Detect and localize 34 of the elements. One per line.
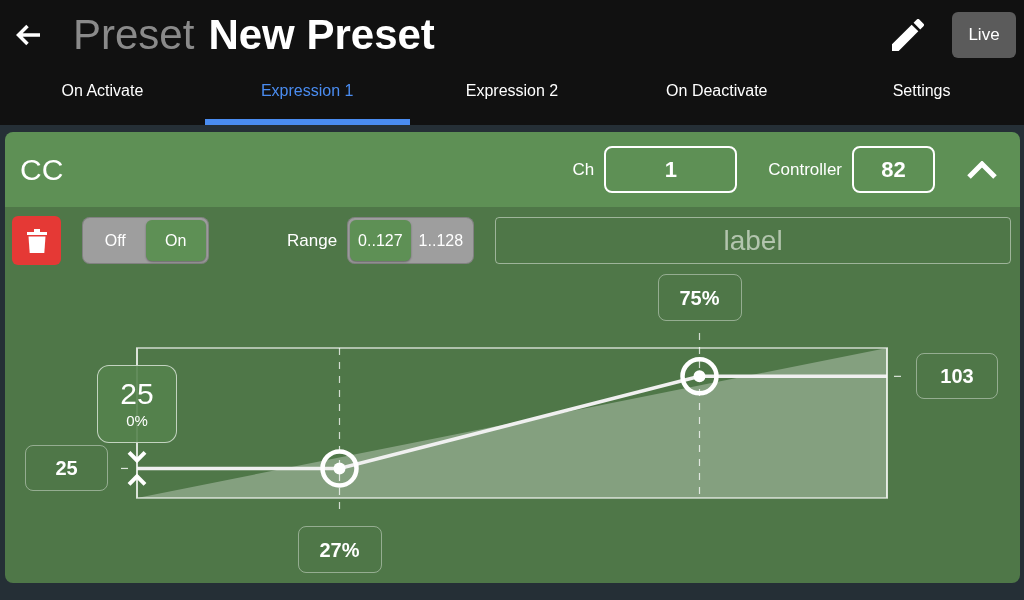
tab[interactable]: On Activate <box>0 70 205 125</box>
tooltip-value: 25 <box>120 377 154 412</box>
channel-field[interactable]: 1 <box>604 146 738 193</box>
controller-label: Controller <box>768 158 842 181</box>
start-value-box: 25 <box>25 445 108 492</box>
point-position-label: 75% <box>657 274 742 321</box>
segment-option[interactable]: On <box>145 220 206 261</box>
end-value-box: 103 <box>916 353 998 400</box>
live-button[interactable]: Live <box>952 12 1016 58</box>
range-label: Range <box>287 229 338 252</box>
card-title: CC <box>20 152 64 188</box>
point-position-label: 27% <box>297 526 382 573</box>
segment-option[interactable]: Off <box>85 220 146 261</box>
tab[interactable]: On Deactivate <box>614 70 820 125</box>
tab[interactable]: Settings <box>819 70 1024 125</box>
segment-option[interactable]: 0..127 <box>350 220 411 261</box>
tab[interactable]: Expression 1 <box>204 70 410 125</box>
curve-handle[interactable] <box>320 449 359 488</box>
trash-icon <box>26 228 47 253</box>
preset-title: New Preset <box>208 10 435 60</box>
pencil-icon[interactable] <box>892 19 924 51</box>
delete-button[interactable] <box>12 216 61 265</box>
curve-handle[interactable] <box>680 357 719 396</box>
controller-field[interactable]: 82 <box>852 146 935 193</box>
tab[interactable]: Expression 2 <box>409 70 615 125</box>
back-arrow-icon[interactable] <box>15 24 41 46</box>
segment-option[interactable]: 1..128 <box>410 220 472 261</box>
tick-mark <box>893 375 902 377</box>
section-title: Preset <box>73 10 195 60</box>
tooltip-position: 0% <box>126 411 148 432</box>
chevrons-inward-icon[interactable] <box>127 451 147 486</box>
chevron-up-icon[interactable] <box>966 160 998 179</box>
tick-mark <box>120 467 129 470</box>
channel-label: Ch <box>572 158 595 181</box>
